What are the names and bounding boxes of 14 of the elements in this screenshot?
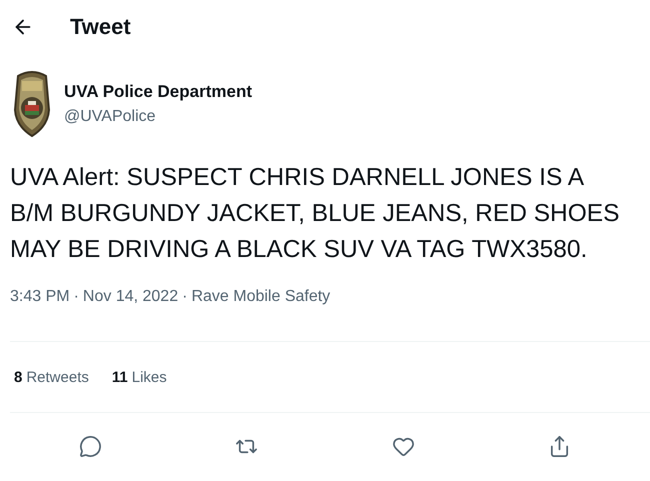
tweet-time[interactable]: 3:43 PM [10, 288, 70, 306]
author-handle[interactable]: @UVAPolice [64, 108, 252, 126]
author-name[interactable]: UVA Police Department [64, 82, 252, 102]
stat-link[interactable]: 11 Likes [112, 368, 167, 386]
like-icon[interactable] [392, 435, 415, 458]
tweet-date[interactable]: Nov 14, 2022 [82, 288, 178, 306]
page-title: Tweet [70, 14, 131, 40]
tweet-text: UVA Alert: SUSPECT CHRIS DARNELL JONES IS A B/M BURGUNDY JACKET, BLUE JEANS, RED SHOES MAY BE DRIVING A BLACK SUV VA TAG TWX3580. [9, 163, 620, 265]
stat-link[interactable]: 8 Retweets [14, 368, 89, 386]
tweet-source[interactable]: Rave Mobile Safety [191, 288, 330, 306]
police-badge-logo [14, 70, 50, 138]
reply-icon[interactable] [78, 435, 102, 458]
separator-dot: · [74, 288, 79, 306]
separator-dot: · [182, 288, 188, 306]
